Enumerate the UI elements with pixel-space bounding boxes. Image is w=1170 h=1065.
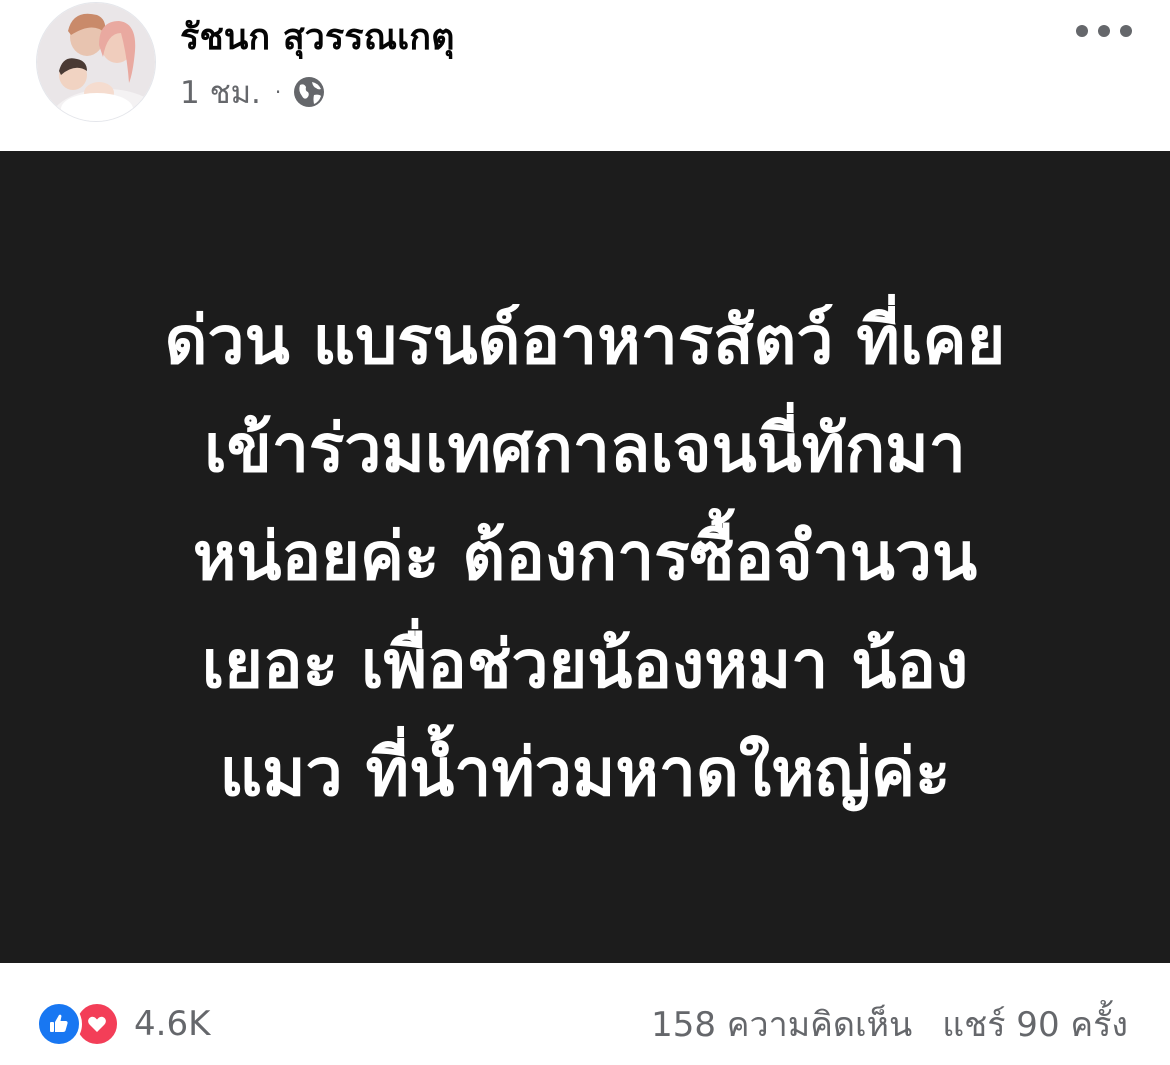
post-text-card[interactable]: ด่วน แบรนด์อาหารสัตว์ ที่เคย เข้าร่วมเทศ… — [0, 151, 1170, 963]
more-dots-icon — [1120, 25, 1132, 37]
shares-count-link[interactable]: แชร์ 90 ครั้ง — [942, 997, 1128, 1051]
post-header: รัชนก สุวรรณเกตุ 1 ชม. · — [0, 0, 1170, 150]
post-text-line: ด่วน แบรนด์อาหารสัตว์ ที่เคย — [164, 302, 1006, 379]
post-text-line: เยอะ เพื่อช่วยน้องหมา น้อง — [201, 626, 969, 703]
meta-separator: · — [274, 80, 282, 104]
author-name[interactable]: รัชนก สุวรรณเกตุ — [180, 14, 454, 62]
reaction-count: 4.6K — [134, 1004, 211, 1044]
more-dots-icon — [1098, 25, 1110, 37]
engagement-stats: 158 ความคิดเห็น แชร์ 90 ครั้ง — [651, 999, 1128, 1049]
comments-count-link[interactable]: 158 ความคิดเห็น — [651, 997, 912, 1051]
post-text-line: แมว ที่น้ำท่วมหาดใหญ่ค่ะ — [219, 734, 951, 811]
post-meta: 1 ชม. · — [180, 72, 327, 112]
post-time[interactable]: 1 ชม. — [180, 67, 261, 117]
post-text-line: เข้าร่วมเทศกาลเจนนี่ทักมา — [204, 410, 966, 487]
avatar-photo — [37, 3, 155, 121]
globe-icon[interactable] — [291, 74, 327, 110]
post-text: ด่วน แบรนด์อาหารสัตว์ ที่เคย เข้าร่วมเทศ… — [85, 287, 1085, 827]
more-options-button[interactable] — [1076, 14, 1132, 48]
reactions-summary[interactable]: 4.6K — [36, 999, 210, 1049]
post-footer: 4.6K 158 ความคิดเห็น แชร์ 90 ครั้ง — [0, 963, 1170, 1065]
like-icon — [36, 1001, 82, 1047]
post-text-line: หน่อยค่ะ ต้องการซื้อจำนวน — [192, 518, 978, 595]
more-dots-icon — [1076, 25, 1088, 37]
avatar[interactable] — [36, 2, 156, 122]
